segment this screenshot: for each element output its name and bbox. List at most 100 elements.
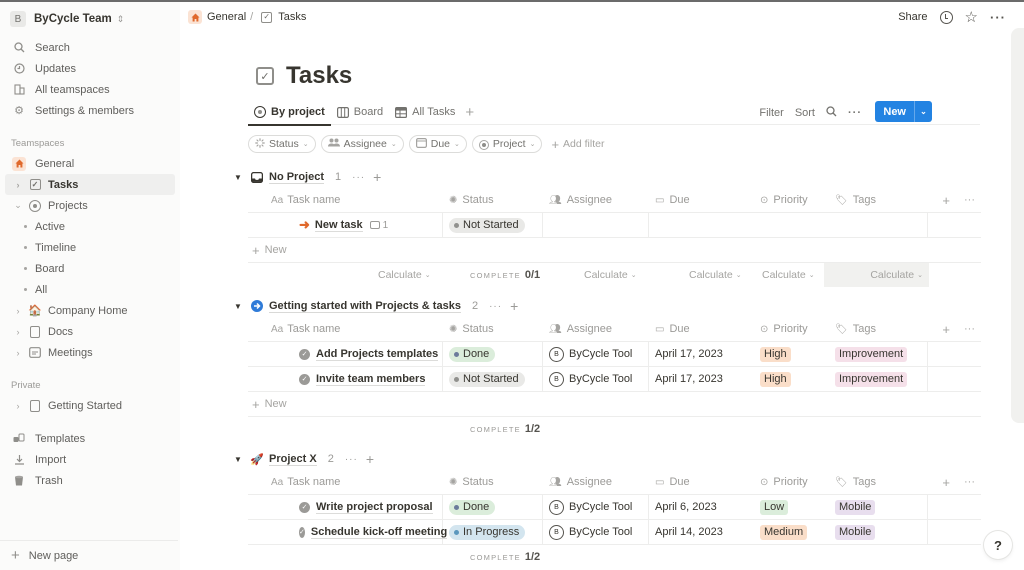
chevron-right-icon[interactable]: ›: [13, 348, 23, 358]
sidebar-item-all-teamspaces[interactable]: All teamspaces: [0, 79, 180, 100]
sidebar-page-projects[interactable]: ⌄ Projects: [5, 195, 175, 216]
more-options-icon[interactable]: ···: [848, 107, 862, 119]
group-name[interactable]: Getting started with Projects & tasks: [269, 300, 461, 313]
add-task-icon[interactable]: +: [366, 451, 374, 467]
calculate-assignee[interactable]: Calculate ⌄: [584, 269, 637, 281]
group-name[interactable]: Project X: [269, 453, 317, 466]
sidebar-page-docs[interactable]: › Docs: [5, 321, 175, 342]
status-cell[interactable]: Not Started: [443, 367, 543, 391]
workspace-switcher[interactable]: B ByCycle Team ⇕: [0, 5, 180, 33]
task-name[interactable]: Add Projects templates: [316, 348, 439, 361]
collapse-toggle-icon[interactable]: ▼: [234, 455, 248, 464]
task-name-cell[interactable]: ➜ New task 1: [248, 213, 443, 237]
sidebar-view-all[interactable]: All: [0, 279, 180, 300]
task-name[interactable]: Invite team members: [316, 373, 426, 386]
task-name-cell[interactable]: ✓ Write project proposal: [248, 495, 443, 519]
more-options-icon[interactable]: ···: [964, 194, 975, 206]
sidebar-page-meetings[interactable]: › Meetings: [5, 342, 175, 363]
column-assignee[interactable]: 👥︎ Assignee: [543, 188, 649, 212]
chevron-down-icon[interactable]: ⌄: [13, 200, 23, 211]
status-cell[interactable]: In Progress: [443, 520, 543, 544]
sidebar-view-active[interactable]: Active: [0, 216, 180, 237]
sidebar-teamspace-general[interactable]: General: [5, 153, 175, 174]
status-cell[interactable]: Done: [443, 495, 543, 519]
column-priority[interactable]: ⊙ Priority: [754, 317, 829, 341]
sidebar-item-search[interactable]: Search: [0, 37, 180, 58]
task-name[interactable]: Schedule kick-off meeting: [310, 526, 448, 539]
chevron-right-icon[interactable]: ›: [13, 327, 23, 337]
column-due[interactable]: ▭ Due: [649, 470, 754, 494]
sidebar-page-getting-started[interactable]: › Getting Started: [5, 395, 175, 416]
search-icon[interactable]: [826, 105, 837, 120]
add-task-icon[interactable]: +: [510, 298, 518, 314]
chevron-right-icon[interactable]: ›: [13, 401, 23, 411]
column-due[interactable]: ▭ Due: [649, 188, 754, 212]
new-page-button[interactable]: + New page: [0, 540, 178, 570]
tab-all-tasks[interactable]: All Tasks: [389, 100, 461, 125]
sidebar-item-import[interactable]: Import: [0, 449, 180, 470]
sidebar-item-updates[interactable]: Updates: [0, 58, 180, 79]
calculate-tags[interactable]: Calculate ⌄: [824, 263, 929, 287]
add-property-icon[interactable]: +: [942, 322, 950, 337]
column-status[interactable]: ✺ Status: [443, 188, 543, 212]
sidebar-page-tasks[interactable]: › ✓ Tasks: [5, 174, 175, 195]
assignee-cell[interactable]: B ByCycle Tool: [543, 342, 649, 366]
table-row[interactable]: ➜ New task 1 Not Started: [248, 213, 981, 238]
calculate-status[interactable]: COMPLETE 1/2: [470, 551, 540, 563]
new-button[interactable]: New ⌄: [875, 101, 932, 122]
breadcrumb-general[interactable]: General: [207, 11, 246, 23]
tags-cell[interactable]: Mobile: [829, 495, 928, 519]
chevron-down-icon[interactable]: ⌄: [914, 101, 932, 122]
task-name[interactable]: New task: [314, 219, 363, 232]
chevron-right-icon[interactable]: ›: [13, 306, 23, 316]
more-options-icon[interactable]: ···: [990, 10, 1006, 25]
task-name-cell[interactable]: ✓ Invite team members: [248, 367, 443, 391]
page-title[interactable]: Tasks: [286, 62, 352, 90]
calculate-task-name[interactable]: Calculate ⌄: [378, 269, 431, 281]
column-status[interactable]: ✺ Status: [443, 470, 543, 494]
column-priority[interactable]: ⊙ Priority: [754, 470, 829, 494]
column-priority[interactable]: ⊙ Priority: [754, 188, 829, 212]
column-assignee[interactable]: 👥︎ Assignee: [543, 317, 649, 341]
add-view-button[interactable]: +: [465, 104, 474, 121]
tags-cell[interactable]: Mobile: [829, 520, 928, 544]
more-options-icon[interactable]: ···: [964, 476, 975, 488]
collapse-toggle-icon[interactable]: ▼: [234, 173, 248, 182]
chevron-right-icon[interactable]: ›: [13, 180, 23, 190]
calculate-due[interactable]: Calculate ⌄: [689, 269, 742, 281]
status-cell[interactable]: Done: [443, 342, 543, 366]
history-icon[interactable]: [939, 10, 953, 24]
due-cell[interactable]: [649, 213, 754, 237]
column-tags[interactable]: 🏷︎ Tags: [829, 188, 928, 212]
calculate-status[interactable]: COMPLETE 1/2: [470, 423, 540, 435]
add-property-icon[interactable]: +: [942, 475, 950, 490]
assignee-cell[interactable]: B ByCycle Tool: [543, 367, 649, 391]
table-row[interactable]: ✓ Schedule kick-off meeting In Progress B…: [248, 520, 981, 545]
new-row-button[interactable]: + New: [248, 392, 981, 417]
due-cell[interactable]: April 6, 2023: [649, 495, 754, 519]
tags-cell[interactable]: Improvement: [829, 342, 928, 366]
assignee-cell[interactable]: [543, 213, 649, 237]
status-cell[interactable]: Not Started: [443, 213, 543, 237]
priority-cell[interactable]: [754, 213, 829, 237]
assignee-cell[interactable]: B ByCycle Tool: [543, 520, 649, 544]
priority-cell[interactable]: Low: [754, 495, 829, 519]
column-tags[interactable]: 🏷︎ Tags: [829, 317, 928, 341]
due-cell[interactable]: April 17, 2023: [649, 342, 754, 366]
group-name[interactable]: No Project: [269, 171, 325, 184]
column-due[interactable]: ▭ Due: [649, 317, 754, 341]
column-status[interactable]: ✺ Status: [443, 317, 543, 341]
column-task-name[interactable]: Aa Task name: [248, 470, 443, 494]
comment-count[interactable]: 1: [369, 220, 388, 231]
filter-due[interactable]: Due ⌄: [408, 135, 467, 153]
checkbox-icon[interactable]: ✓: [256, 67, 274, 85]
sidebar-item-settings[interactable]: ⚙ Settings & members: [0, 100, 180, 121]
more-options-icon[interactable]: ···: [345, 454, 358, 465]
help-button[interactable]: ?: [984, 531, 1012, 559]
column-task-name[interactable]: Aa Task name: [248, 188, 443, 212]
more-options-icon[interactable]: ···: [964, 323, 975, 335]
add-property-icon[interactable]: +: [942, 193, 950, 208]
task-name-cell[interactable]: ✓ Add Projects templates: [248, 342, 443, 366]
tab-board[interactable]: Board: [331, 100, 389, 125]
sidebar-view-board[interactable]: Board: [0, 258, 180, 279]
